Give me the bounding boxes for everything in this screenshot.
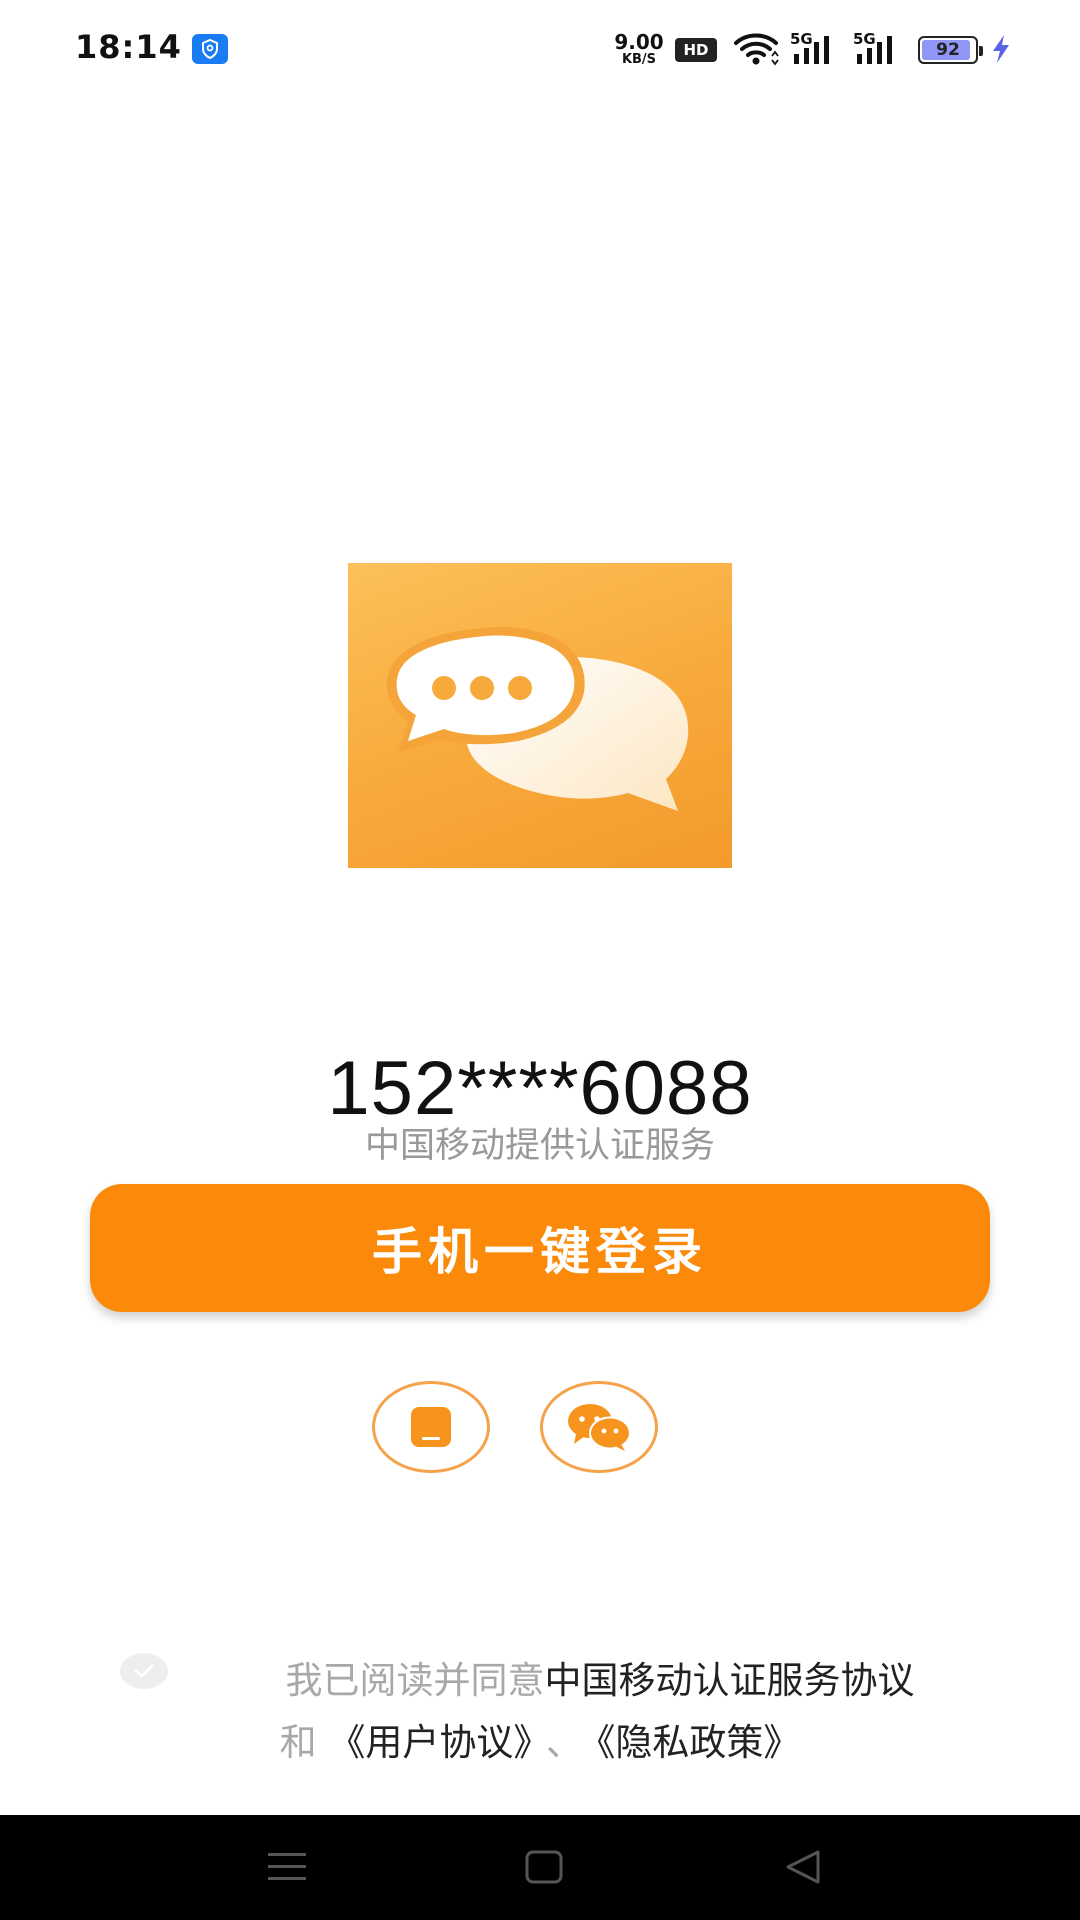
- wechat-login-button[interactable]: [540, 1381, 658, 1473]
- carrier-agreement-link[interactable]: 中国移动认证服务协议: [545, 1659, 915, 1702]
- agreement-line-1: 我已阅读并同意中国移动认证服务协议: [0, 1650, 1080, 1704]
- phone-icon: [411, 1407, 451, 1447]
- user-agreement-link[interactable]: 《用户协议》: [328, 1721, 532, 1764]
- one-click-login-button[interactable]: 手机一键登录: [90, 1184, 990, 1312]
- agreement-prefix: 我已阅读并同意: [285, 1659, 545, 1702]
- network-speed-unit: KB/S: [621, 52, 657, 67]
- status-bar: 18:14 9.00 KB/S HD 5G 5G 92: [0, 0, 1080, 100]
- wifi-icon: [734, 33, 779, 66]
- wechat-icon: [568, 1404, 631, 1451]
- status-time: 18:14: [75, 28, 182, 66]
- battery-icon: 92: [918, 36, 983, 64]
- agreement-and: 和: [279, 1721, 317, 1764]
- agreement-line-2: 和 《用户协议》、《隐私政策》: [0, 1712, 1080, 1766]
- charging-icon: [993, 35, 1009, 63]
- privacy-policy-link[interactable]: 《隐私政策》: [597, 1721, 801, 1764]
- network-speed-value: 9.00: [614, 30, 664, 54]
- hd-badge: HD: [675, 38, 717, 62]
- back-icon[interactable]: [782, 1847, 824, 1887]
- shield-icon: [192, 34, 228, 64]
- chat-bubbles-icon: [386, 626, 689, 811]
- signal-icon: 5G: [790, 30, 840, 68]
- signal-icon: 5G: [853, 30, 903, 68]
- carrier-auth-note: 中国移动提供认证服务: [364, 1126, 715, 1166]
- battery-level: 92: [936, 40, 960, 60]
- battery-nub: [979, 46, 983, 56]
- menu-icon[interactable]: [266, 1847, 308, 1887]
- home-icon[interactable]: [524, 1847, 564, 1887]
- agreement-separator: 、: [545, 1721, 583, 1764]
- network-speed: 9.00 KB/S: [612, 32, 666, 66]
- app-logo: [348, 563, 732, 868]
- phone-login-button[interactable]: [372, 1381, 490, 1473]
- system-nav-bar: [0, 1815, 1080, 1920]
